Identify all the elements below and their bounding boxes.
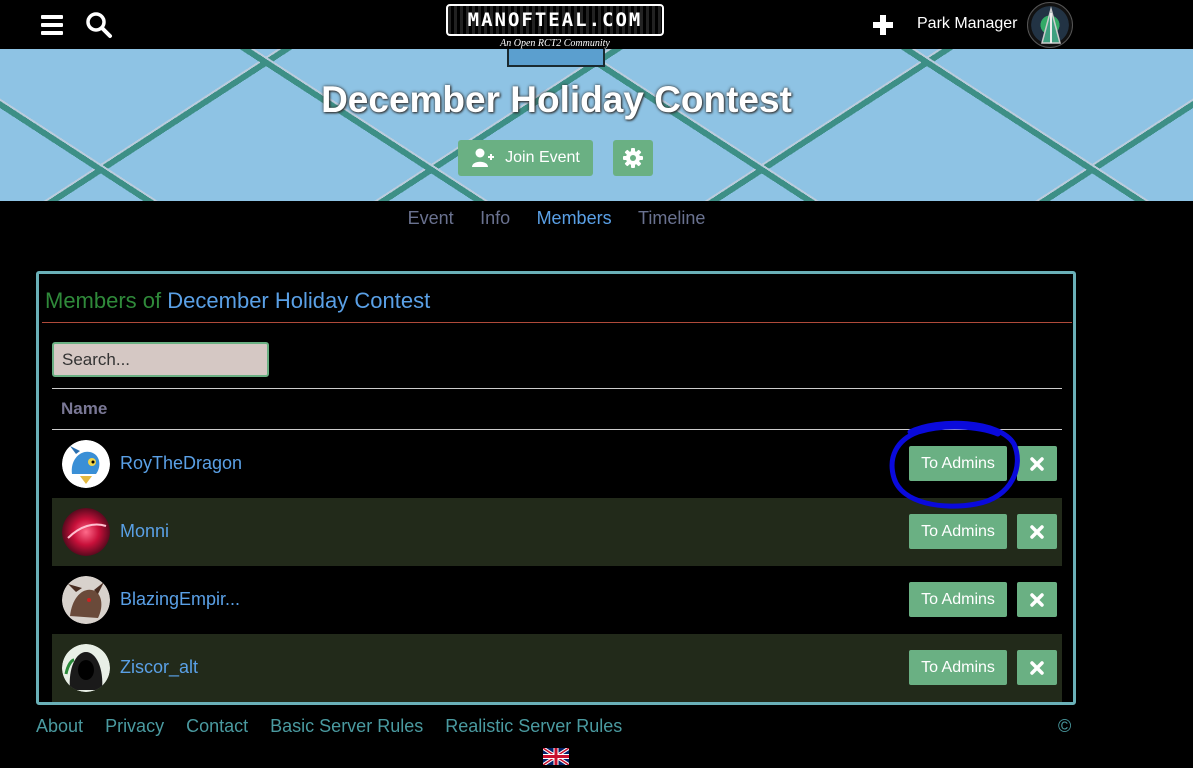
close-icon bbox=[1030, 592, 1044, 607]
table-row: Monni To Admins bbox=[52, 498, 1062, 566]
settings-button[interactable] bbox=[613, 140, 653, 176]
footer-link-about[interactable]: About bbox=[36, 716, 83, 736]
tab-members[interactable]: Members bbox=[537, 208, 612, 229]
member-search-input[interactable] bbox=[52, 342, 269, 377]
panel-title-event[interactable]: December Holiday Contest bbox=[167, 288, 430, 313]
copyright-symbol: © bbox=[1058, 716, 1072, 736]
logo-text: MANOFTEAL.COM bbox=[446, 4, 664, 36]
tab-event[interactable]: Event bbox=[408, 208, 454, 229]
footer-link-privacy[interactable]: Privacy bbox=[105, 716, 164, 736]
join-event-button[interactable]: Join Event bbox=[458, 140, 593, 176]
logo-subtitle: An Open RCT2 Community bbox=[500, 38, 610, 49]
tab-info[interactable]: Info bbox=[480, 208, 510, 229]
tab-timeline[interactable]: Timeline bbox=[638, 208, 705, 229]
banner-decoration bbox=[507, 49, 605, 67]
avatar[interactable] bbox=[62, 576, 110, 624]
remove-member-button[interactable] bbox=[1017, 446, 1057, 481]
close-icon bbox=[1030, 524, 1044, 539]
member-name[interactable]: RoyTheDragon bbox=[120, 453, 242, 474]
avatar[interactable] bbox=[62, 508, 110, 556]
table-row: Ziscor_alt To Admins bbox=[52, 634, 1062, 702]
to-admins-button[interactable]: To Admins bbox=[909, 650, 1007, 685]
member-name[interactable]: Ziscor_alt bbox=[120, 657, 198, 678]
table-row: BlazingEmpir... To Admins bbox=[52, 566, 1062, 634]
member-name[interactable]: Monni bbox=[120, 521, 169, 542]
remove-member-button[interactable] bbox=[1017, 650, 1057, 685]
to-admins-button[interactable]: To Admins bbox=[909, 514, 1007, 549]
plus-icon[interactable] bbox=[870, 12, 896, 38]
user-plus-icon bbox=[472, 148, 495, 167]
footer-link-basic-rules[interactable]: Basic Server Rules bbox=[270, 716, 423, 736]
user-name[interactable]: Park Manager bbox=[917, 15, 1018, 33]
panel-title: Members of December Holiday Contest bbox=[45, 288, 430, 314]
top-bar: MANOFTEAL.COM An Open RCT2 Community Par… bbox=[0, 0, 1193, 49]
avatar[interactable] bbox=[62, 440, 110, 488]
uk-flag-icon[interactable] bbox=[543, 748, 569, 765]
close-icon bbox=[1030, 660, 1044, 675]
event-tabs: Event Info Members Timeline bbox=[0, 208, 1113, 229]
column-header-name[interactable]: Name bbox=[61, 399, 107, 419]
search-icon[interactable] bbox=[84, 10, 114, 40]
footer-links: About Privacy Contact Basic Server Rules… bbox=[36, 716, 639, 737]
footer-link-realistic-rules[interactable]: Realistic Server Rules bbox=[445, 716, 622, 736]
table-row: RoyTheDragon To Admins bbox=[52, 430, 1062, 498]
gear-icon bbox=[623, 148, 643, 168]
close-icon bbox=[1030, 456, 1044, 471]
event-title: December Holiday Contest bbox=[321, 79, 792, 120]
event-banner: December Holiday Contest Join Event bbox=[0, 49, 1193, 201]
member-name[interactable]: BlazingEmpir... bbox=[120, 589, 240, 610]
remove-member-button[interactable] bbox=[1017, 514, 1057, 549]
members-panel: Members of December Holiday Contest Name… bbox=[36, 271, 1076, 705]
site-logo[interactable]: MANOFTEAL.COM An Open RCT2 Community bbox=[446, 2, 664, 50]
remove-member-button[interactable] bbox=[1017, 582, 1057, 617]
panel-title-prefix: Members of bbox=[45, 288, 162, 313]
table-divider bbox=[52, 388, 1062, 389]
panel-divider bbox=[42, 322, 1072, 323]
join-event-label: Join Event bbox=[505, 149, 580, 166]
footer-link-contact[interactable]: Contact bbox=[186, 716, 248, 736]
avatar[interactable] bbox=[62, 644, 110, 692]
to-admins-button[interactable]: To Admins bbox=[909, 446, 1007, 481]
menu-icon[interactable] bbox=[38, 10, 68, 40]
to-admins-button[interactable]: To Admins bbox=[909, 582, 1007, 617]
user-avatar[interactable] bbox=[1027, 2, 1073, 48]
